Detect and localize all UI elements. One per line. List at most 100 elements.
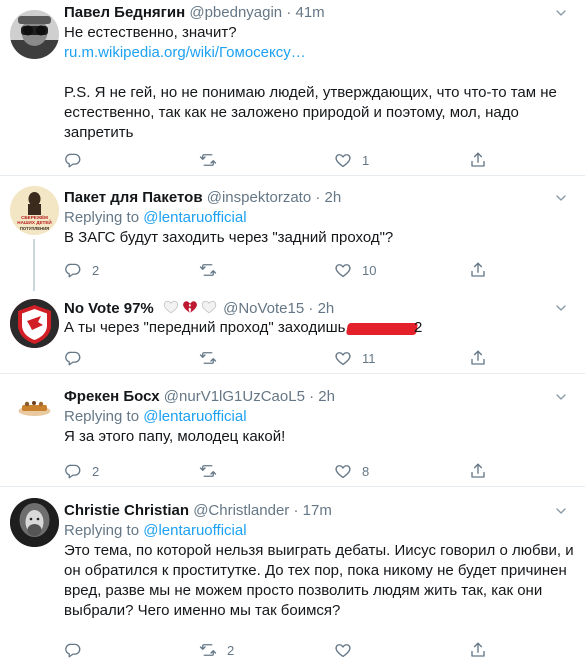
like-icon <box>334 349 352 367</box>
retweet-button[interactable] <box>199 461 227 481</box>
chevron-down-icon[interactable] <box>553 503 569 519</box>
display-name[interactable]: No Vote 97% <box>64 300 154 317</box>
share-icon <box>469 349 487 367</box>
avatar[interactable]: СБЕРЕЖЁМ НАШИХ ДЕТЕЙ ПОТУПЛЕНИЯ <box>10 186 59 235</box>
replying-to-label: Replying to <box>64 522 140 539</box>
reply-icon <box>64 349 82 367</box>
name-emoji <box>162 298 219 315</box>
like-button[interactable]: 11 <box>334 348 376 368</box>
share-icon <box>469 151 487 169</box>
tweet-text-line: Не естественно, значит? <box>64 24 237 41</box>
tweet-text-tail: 2 <box>414 319 423 336</box>
tweet-text: Я за этого папу, молодец какой! <box>64 428 286 445</box>
share-button[interactable] <box>469 461 487 481</box>
timestamp[interactable]: 17m <box>303 502 332 519</box>
tweet[interactable]: Павел Беднягин @pbednyagin · 41m Не есте… <box>0 0 585 176</box>
timestamp[interactable]: 41m <box>296 4 325 21</box>
avatar[interactable] <box>10 299 59 348</box>
chevron-down-icon[interactable] <box>553 389 569 405</box>
display-name[interactable]: Пакет для Пакетов <box>64 189 203 206</box>
redaction-mark <box>345 323 419 335</box>
chevron-down-icon[interactable] <box>553 190 569 206</box>
avatar-text: ПОТУПЛЕНИЯ <box>20 226 49 231</box>
retweet-button[interactable] <box>199 348 227 368</box>
reply-count: 2 <box>92 262 100 278</box>
username[interactable]: @inspektorzato <box>207 189 311 206</box>
tweet-text: А ты через "передний проход" заходишь, 2 <box>64 318 571 338</box>
like-button[interactable]: 10 <box>334 260 376 280</box>
username[interactable]: @pbednyagin <box>189 4 282 21</box>
like-count: 11 <box>362 350 376 366</box>
like-count: 1 <box>362 152 370 168</box>
timestamp[interactable]: 2h <box>318 388 335 405</box>
tweet-actions: 2 10 <box>64 260 504 280</box>
avatar[interactable] <box>10 10 59 59</box>
reply-button[interactable] <box>64 640 92 660</box>
like-count: 10 <box>362 262 377 278</box>
avatar[interactable] <box>10 498 59 547</box>
tweet-link[interactable]: ru.m.wikipedia.org/wiki/Гомосексу… <box>64 43 571 63</box>
replying-to: Replying to @lentaruofficial <box>64 521 571 541</box>
like-button[interactable] <box>334 640 362 660</box>
replying-to-label: Replying to <box>64 209 140 226</box>
tweet[interactable]: Christie Christian @Christlander · 17m R… <box>0 488 585 653</box>
timestamp[interactable]: 2h <box>325 189 342 206</box>
like-button[interactable]: 1 <box>334 150 369 170</box>
white-heart-icon <box>162 298 180 315</box>
like-button[interactable]: 8 <box>334 461 369 481</box>
tweet[interactable]: No Vote 97% @NoVote15 · 2h А ты через "п… <box>0 291 585 374</box>
replying-to-link[interactable]: @lentaruofficial <box>143 522 246 539</box>
share-button[interactable] <box>469 260 487 280</box>
share-button[interactable] <box>469 348 487 368</box>
replying-to-link[interactable]: @lentaruofficial <box>143 209 246 226</box>
username[interactable]: @Christlander <box>193 502 289 519</box>
reply-count: 2 <box>92 463 100 479</box>
timestamp[interactable]: 2h <box>318 300 335 317</box>
retweet-button[interactable] <box>199 150 227 170</box>
like-icon <box>334 462 352 480</box>
display-name[interactable]: Павел Беднягин <box>64 4 185 21</box>
separator-dot: · <box>286 4 292 21</box>
chevron-down-icon[interactable] <box>553 300 569 316</box>
tweet-actions: 2 8 <box>64 461 504 481</box>
avatar-photo: СБЕРЕЖЁМ НАШИХ ДЕТЕЙ ПОТУПЛЕНИЯ <box>10 186 59 235</box>
chevron-down-icon[interactable] <box>553 5 569 21</box>
tweet-header: Фрекен Босх @nurV1lG1UzCaoL5 · 2h <box>64 387 571 407</box>
avatar-photo <box>10 299 59 348</box>
replying-to-link[interactable]: @lentaruofficial <box>143 408 246 425</box>
retweet-button[interactable] <box>199 260 227 280</box>
username[interactable]: @NoVote15 <box>223 300 304 317</box>
avatar[interactable] <box>10 385 59 434</box>
separator-dot: · <box>309 388 315 405</box>
retweet-icon <box>199 151 217 169</box>
white-heart-icon <box>200 298 218 315</box>
like-icon <box>334 261 352 279</box>
share-button[interactable] <box>469 150 487 170</box>
share-icon <box>469 641 487 659</box>
share-icon <box>469 261 487 279</box>
tweet-text-line: А ты через "передний проход" заходишь, <box>64 319 350 336</box>
share-icon <box>469 462 487 480</box>
reply-button[interactable] <box>64 150 92 170</box>
tweet[interactable]: СБЕРЕЖЁМ НАШИХ ДЕТЕЙ ПОТУПЛЕНИЯ Пакет дл… <box>0 177 585 291</box>
reply-icon <box>64 151 82 169</box>
tweet-text: Не естественно, значит? ru.m.wikipedia.o… <box>64 23 571 143</box>
tweet-text-paragraph: P.S. Я не гей, но не понимаю людей, утве… <box>64 84 557 141</box>
reply-icon <box>64 462 82 480</box>
display-name[interactable]: Christie Christian <box>64 502 189 519</box>
like-icon <box>334 151 352 169</box>
share-button[interactable] <box>469 640 487 660</box>
reply-button[interactable]: 2 <box>64 461 99 481</box>
display-name[interactable]: Фрекен Босх <box>64 388 160 405</box>
retweet-icon <box>199 349 217 367</box>
avatar-photo <box>10 10 59 59</box>
replying-to: Replying to @lentaruofficial <box>64 208 571 228</box>
tweet[interactable]: Фрекен Босх @nurV1lG1UzCaoL5 · 2h Replyi… <box>0 375 585 487</box>
retweet-icon <box>199 462 217 480</box>
retweet-button[interactable]: 2 <box>199 640 234 660</box>
retweet-icon <box>199 261 217 279</box>
reply-button[interactable]: 2 <box>64 260 99 280</box>
reply-button[interactable] <box>64 348 92 368</box>
username[interactable]: @nurV1lG1UzCaoL5 <box>164 388 305 405</box>
